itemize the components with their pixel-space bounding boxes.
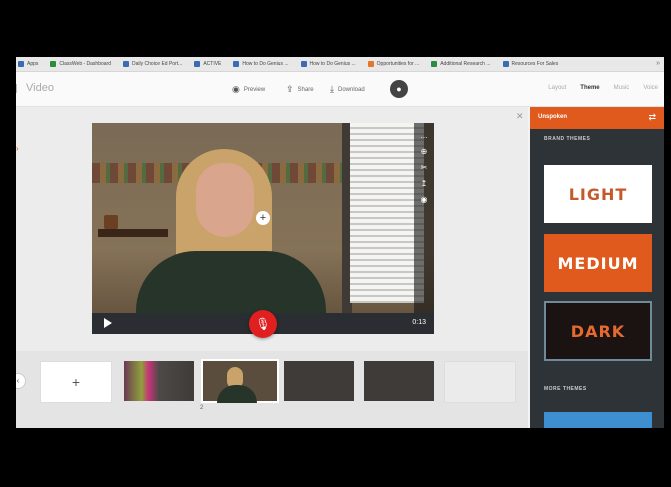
panel-header: Unspoken ⇄ xyxy=(530,107,664,129)
basket xyxy=(104,215,118,229)
avatar[interactable]: ● xyxy=(390,80,408,98)
bookmark-icon xyxy=(367,61,374,67)
arrow-left-icon: › xyxy=(16,144,19,153)
tab-theme[interactable]: Theme xyxy=(580,85,599,91)
bookmark-item[interactable]: Apps xyxy=(18,61,38,67)
slide-thumbnail[interactable] xyxy=(284,361,354,401)
add-media-button[interactable]: + xyxy=(256,211,270,225)
app-header: Video ◉ Preview ⇪ Share ⤓ Download ● Lay… xyxy=(16,72,664,107)
bookmark-icon xyxy=(233,61,240,67)
theme-dark[interactable]: DARK xyxy=(544,301,652,361)
back-chevron-icon[interactable] xyxy=(16,84,21,93)
editor-tabs: Layout Theme Music Voice xyxy=(548,85,658,91)
close-icon[interactable]: ✕ xyxy=(516,111,524,122)
slide-number: 2 xyxy=(200,405,204,411)
slide-thumbnail[interactable] xyxy=(124,361,194,401)
bookmark-icon xyxy=(123,61,130,67)
more-icon[interactable]: ... xyxy=(421,131,428,140)
tab-layout[interactable]: Layout xyxy=(548,85,566,91)
zoom-icon[interactable]: ⊕ xyxy=(421,147,428,156)
theme-light[interactable]: LIGHT xyxy=(544,165,652,223)
more-themes-label: MORE THEMES xyxy=(544,386,587,392)
theme-panel: Unspoken ⇄ BRAND THEMES LIGHT MEDIUM DAR… xyxy=(530,107,664,428)
bookmark-icon xyxy=(431,61,438,67)
panel-title: Unspoken xyxy=(538,114,568,120)
bookmark-item[interactable]: Resources For Sales xyxy=(502,61,558,67)
page-title: Video xyxy=(26,82,54,94)
duration-label: 0:13 xyxy=(412,319,426,326)
preview-button[interactable]: ◉ Preview xyxy=(232,84,265,95)
bookmark-icon xyxy=(300,61,307,67)
app-window: Apps ClassWeb - Dashboard Daily Choice E… xyxy=(16,57,664,428)
share-icon: ⇪ xyxy=(286,84,294,94)
bookmark-item[interactable]: Additional Research ... xyxy=(431,61,491,67)
shelf xyxy=(98,229,168,237)
slide-thumbnail-selected[interactable] xyxy=(201,359,279,403)
slide-thumbnail[interactable] xyxy=(364,361,434,401)
trim-icon[interactable]: ✂ xyxy=(421,163,428,172)
bookmark-icon xyxy=(502,61,509,67)
apps-icon xyxy=(18,61,24,67)
theme-tile[interactable] xyxy=(544,412,652,428)
bookmark-item[interactable]: Opportunities for ... xyxy=(367,61,419,67)
eye-icon: ◉ xyxy=(232,84,240,94)
add-slide-button[interactable]: + xyxy=(40,361,112,403)
video-preview[interactable]: + ... ⊕ ✂ ↥ ◉ 0:13 xyxy=(92,123,434,334)
download-button[interactable]: ⤓ Download xyxy=(330,84,365,95)
theme-medium[interactable]: MEDIUM xyxy=(544,234,652,292)
bookmark-item[interactable]: ACTIVE xyxy=(194,61,221,67)
tab-voice[interactable]: Voice xyxy=(643,85,658,91)
bookmark-item[interactable]: How to Do Genius ... xyxy=(233,61,289,67)
bookmark-item[interactable]: Daily Choice Ed Port... xyxy=(123,61,182,67)
share-button[interactable]: ⇪ Share xyxy=(286,84,314,95)
slide-thumbnail[interactable] xyxy=(444,361,516,403)
thumb-body xyxy=(217,385,257,403)
volume-icon[interactable]: ◉ xyxy=(421,195,428,204)
more-bookmarks-icon[interactable]: » xyxy=(656,60,660,67)
upload-icon[interactable]: ↥ xyxy=(421,179,428,188)
bookmarks-bar: Apps ClassWeb - Dashboard Daily Choice E… xyxy=(16,57,664,72)
microphone-icon: 🎙 xyxy=(255,317,271,331)
shuffle-icon[interactable]: ⇄ xyxy=(648,112,656,123)
download-icon: ⤓ xyxy=(330,84,334,94)
bookmark-item[interactable]: ClassWeb - Dashboard xyxy=(50,61,111,67)
play-icon[interactable] xyxy=(104,318,112,328)
bookmark-icon xyxy=(50,61,57,67)
person-face xyxy=(196,163,254,237)
video-tools: ... ⊕ ✂ ↥ ◉ xyxy=(414,123,434,313)
bookmark-item[interactable]: How to Do Genius ... xyxy=(300,61,356,67)
window-blinds xyxy=(350,123,424,303)
tab-music[interactable]: Music xyxy=(614,85,630,91)
bookmark-icon xyxy=(194,61,201,67)
brand-themes-label: BRAND THEMES xyxy=(544,136,591,142)
record-button[interactable]: 🎙 xyxy=(249,310,277,338)
